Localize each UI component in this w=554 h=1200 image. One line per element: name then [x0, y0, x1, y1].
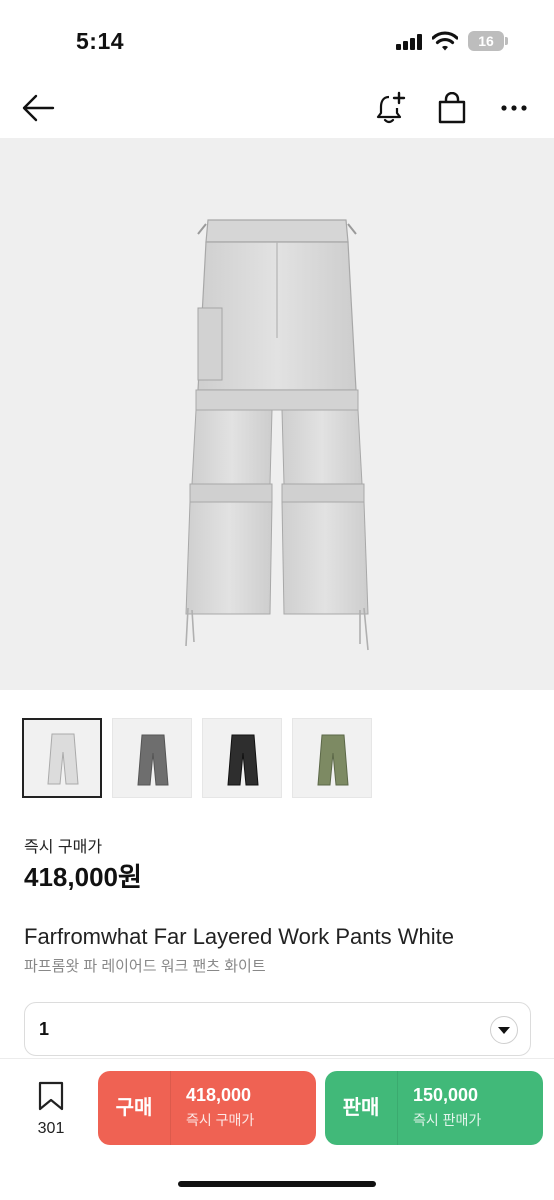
pants-thumbnail [227, 734, 259, 786]
sell-label: 판매 [342, 1097, 380, 1119]
bell-plus-icon [376, 91, 406, 124]
product-title-en: Farfromwhat Far Layered Work Pants White [24, 924, 454, 949]
price-value: 418,000원 [24, 862, 142, 892]
dropdown-arrow-icon [490, 1016, 518, 1044]
wishlist-count: 301 [37, 1120, 65, 1137]
thumbnail-gray[interactable] [112, 718, 192, 798]
home-indicator [178, 1181, 376, 1187]
buy-button[interactable]: 구매 418,000 즉시 구매가 [98, 1071, 316, 1145]
buy-price: 418,000 [186, 1085, 252, 1105]
cart-button[interactable] [432, 88, 472, 128]
bookmark-icon [38, 1081, 64, 1111]
pants-illustration [185, 219, 369, 651]
bottom-action-bar: 301 구매 418,000 즉시 구매가 판매 150,000 즉시 판매가 [0, 1058, 554, 1200]
arrow-left-icon [22, 94, 55, 122]
wishlist-button[interactable]: 301 [28, 1081, 74, 1141]
price-alert-button[interactable] [370, 88, 410, 128]
back-button[interactable] [18, 88, 58, 128]
battery-icon: 16 [468, 31, 508, 51]
pants-thumbnail [137, 734, 169, 786]
sell-price: 150,000 [413, 1085, 479, 1105]
product-title-ko: 파프롬왓 파 레이어드 워크 팬츠 화이트 [24, 958, 266, 975]
more-horizontal-icon [501, 105, 527, 111]
wifi-icon [431, 30, 459, 52]
shopping-bag-icon [438, 92, 466, 124]
buy-sub-label: 즉시 구매가 [186, 1112, 255, 1128]
nav-bar [0, 80, 554, 136]
size-value: 1 [39, 1019, 50, 1039]
sell-button[interactable]: 판매 150,000 즉시 판매가 [325, 1071, 543, 1145]
thumbnail-black[interactable] [202, 718, 282, 798]
status-bar: 5:14 16 [0, 0, 554, 80]
more-button[interactable] [494, 88, 534, 128]
thumbnail-strip [22, 718, 542, 800]
thumbnail-white[interactable] [22, 718, 102, 798]
pants-thumbnail [317, 734, 349, 786]
product-image[interactable] [0, 138, 554, 690]
thumbnail-olive[interactable] [292, 718, 372, 798]
buy-label: 구매 [115, 1097, 153, 1119]
size-select[interactable]: 1 [24, 1002, 531, 1056]
cellular-signal-icon [396, 34, 424, 50]
battery-level: 16 [468, 31, 504, 51]
sell-sub-label: 즉시 판매가 [413, 1112, 482, 1128]
status-time: 5:14 [76, 28, 125, 54]
pants-thumbnail [47, 733, 79, 785]
price-label: 즉시 구매가 [24, 839, 103, 856]
